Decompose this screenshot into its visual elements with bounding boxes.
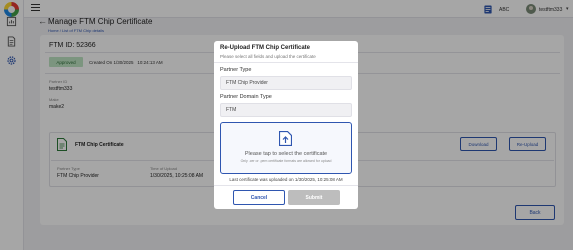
partner-type-field-value: FTM Chip Provider [226,80,268,86]
partner-type-field-label: Partner Type [220,67,252,73]
upload-icon[interactable] [279,131,292,146]
dialog-subtitle: Please select all fields and upload the … [220,54,316,59]
domain-type-field[interactable]: FTM [220,103,352,117]
divider [214,62,358,63]
dropzone-hint: Only .cer or .pem certificate formats ar… [240,159,332,163]
cancel-button[interactable]: Cancel [233,190,285,205]
last-upload-info: Last certificate was uploaded on 1/30/20… [229,177,343,182]
dialog-title: Re-Upload FTM Chip Certificate [220,45,311,51]
partner-type-field[interactable]: FTM Chip Provider [220,76,352,90]
submit-button[interactable]: Submit [288,190,340,205]
dropzone-text[interactable]: Please tap to select the certificate [220,151,352,157]
certificate-dropzone[interactable] [220,122,352,174]
domain-type-field-label: Partner Domain Type [220,94,272,100]
divider [214,185,358,186]
domain-type-field-value: FTM [226,107,237,113]
